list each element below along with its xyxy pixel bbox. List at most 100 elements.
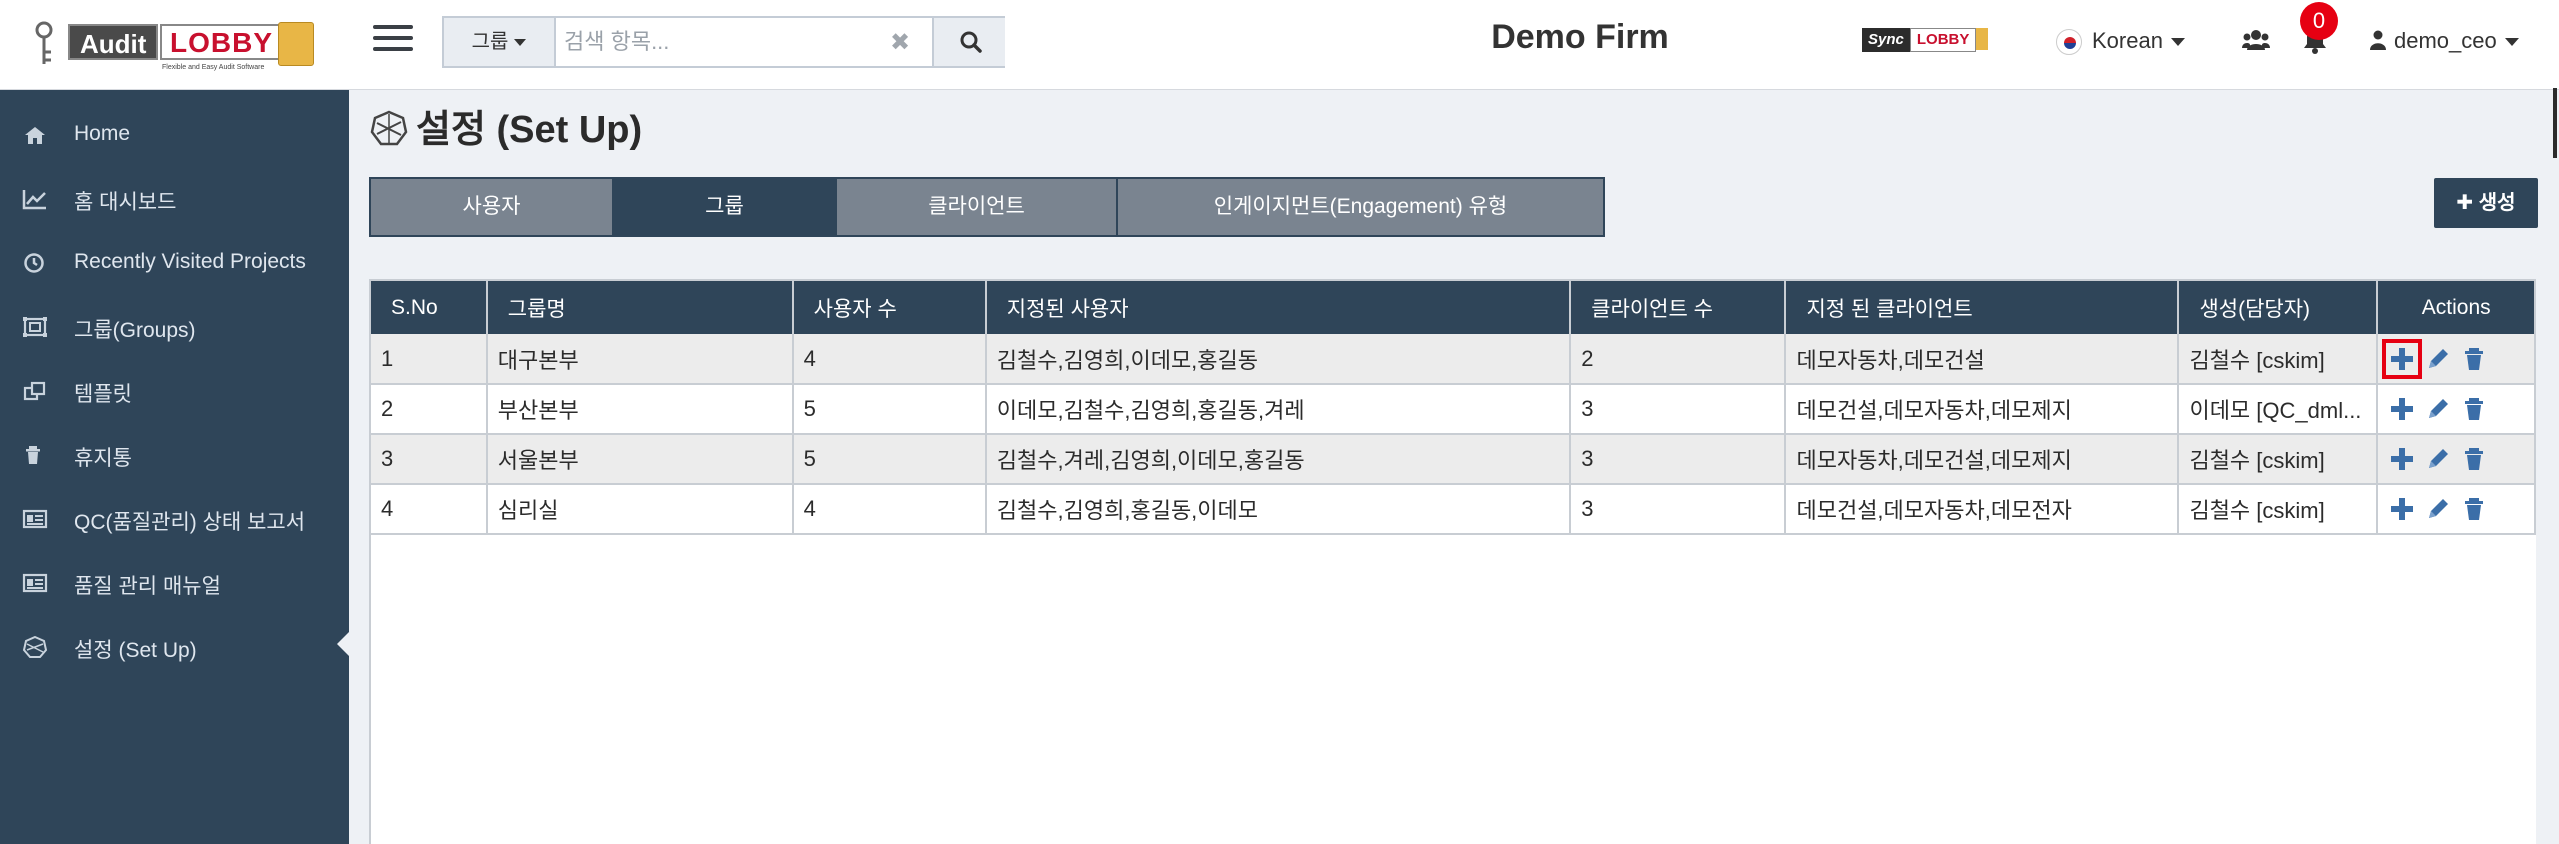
cell-group-name: 서울본부 bbox=[486, 434, 794, 485]
search-button[interactable] bbox=[932, 18, 1005, 66]
cell-created-by: 김철수 [cskim] bbox=[2178, 434, 2379, 485]
cell-client-count: 3 bbox=[1570, 434, 1787, 485]
key-icon bbox=[35, 21, 53, 64]
home-icon bbox=[25, 127, 45, 144]
tab-users[interactable]: 사용자 bbox=[371, 179, 614, 235]
template-icon bbox=[23, 381, 46, 401]
folder-icon bbox=[278, 22, 314, 66]
trash-icon bbox=[26, 446, 40, 464]
language-selector[interactable]: Korean bbox=[2056, 28, 2185, 58]
search-icon bbox=[960, 31, 982, 53]
delete-trash-icon[interactable] bbox=[2460, 395, 2488, 423]
column-header-sno[interactable]: S.No bbox=[371, 281, 488, 334]
cell-client-count: 3 bbox=[1570, 384, 1787, 435]
caret-down-icon bbox=[2504, 38, 2519, 47]
cell-assigned-clients: 데모자동차,데모건설 bbox=[1785, 334, 2180, 385]
search-scope-dropdown[interactable]: 그룹 bbox=[444, 18, 556, 66]
column-header-assigned-clients[interactable]: 지정 된 클라이언트 bbox=[1785, 281, 2180, 334]
edit-pencil-icon[interactable] bbox=[2424, 345, 2452, 373]
add-icon[interactable] bbox=[2382, 338, 2423, 379]
audit-lobby-logo[interactable]: Audit LOBBY Flexible and Easy Audit Soft… bbox=[34, 18, 314, 74]
add-icon[interactable] bbox=[2388, 395, 2416, 423]
cell-actions bbox=[2377, 484, 2536, 535]
sidebar-item-qc-manual[interactable]: 품질 관리 매뉴얼 bbox=[0, 553, 349, 613]
sidebar-item-label: 그룹(Groups) bbox=[74, 319, 196, 342]
sidebar-item-home[interactable]: Home bbox=[0, 105, 349, 165]
sidebar-item-label: 휴지통 bbox=[74, 447, 132, 470]
cell-assigned-users: 김철수,김영희,홍길동,이데모 bbox=[985, 484, 1572, 535]
table-row[interactable]: 4 심리실 4 김철수,김영희,홍길동,이데모 3 데모건설,데모자동차,데모전자 김철수 … bbox=[371, 484, 2536, 535]
table-row[interactable]: 1 대구본부 4 김철수,김영희,이데모,홍길동 2 데모자동차,데모건설 김철수 [csk… bbox=[371, 334, 2536, 385]
notification-count-badge[interactable]: 0 bbox=[2300, 2, 2338, 40]
column-header-user-count[interactable]: 사용자 수 bbox=[792, 281, 987, 334]
cell-actions bbox=[2377, 434, 2536, 485]
groups-table: S.No 그룹명 사용자 수 지정된 사용자 클라이언트 수 지정 된 클라이언… bbox=[371, 281, 2536, 535]
cell-assigned-users: 김철수,김영희,이데모,홍길동 bbox=[985, 334, 1572, 385]
korea-flag-icon bbox=[2056, 29, 2082, 56]
user-menu[interactable]: demo_ceo bbox=[2370, 28, 2519, 54]
table-row[interactable]: 2 부산본부 5 이데모,김철수,김영희,홍길동,겨레 3 데모건설,데모자동차,데모제지… bbox=[371, 384, 2536, 435]
cell-assigned-clients: 데모건설,데모자동차,데모제지 bbox=[1785, 384, 2180, 435]
language-label: Korean bbox=[2092, 28, 2163, 53]
sidebar-item-label: 홈 대시보드 bbox=[74, 191, 177, 214]
tab-groups[interactable]: 그룹 bbox=[614, 179, 837, 235]
create-button[interactable]: ✚ 생성 bbox=[2434, 178, 2538, 228]
column-header-assigned-users[interactable]: 지정된 사용자 bbox=[985, 281, 1572, 334]
plus-icon: ✚ bbox=[2456, 192, 2474, 214]
caret-down-icon bbox=[514, 39, 527, 47]
cell-group-name: 부산본부 bbox=[486, 384, 794, 435]
clear-search-icon[interactable]: ✖ bbox=[890, 28, 910, 57]
sync-lobby-label: LOBBY bbox=[1909, 28, 1977, 52]
sidebar-item-templates[interactable]: 템플릿 bbox=[0, 361, 349, 421]
cell-sno: 3 bbox=[371, 434, 488, 485]
cell-sno: 1 bbox=[371, 334, 488, 385]
cell-created-by: 김철수 [cskim] bbox=[2178, 334, 2379, 385]
column-header-client-count[interactable]: 클라이언트 수 bbox=[1570, 281, 1787, 334]
cell-group-name: 심리실 bbox=[486, 484, 794, 535]
sidebar-item-label: 템플릿 bbox=[74, 383, 132, 406]
create-button-label: 생성 bbox=[2478, 192, 2516, 214]
cell-sno: 2 bbox=[371, 384, 488, 435]
delete-trash-icon[interactable] bbox=[2460, 445, 2488, 473]
users-icon[interactable] bbox=[2242, 28, 2270, 52]
cell-assigned-users: 김철수,겨레,김영희,이데모,홍길동 bbox=[985, 434, 1572, 485]
cell-user-count: 5 bbox=[792, 434, 987, 485]
edit-pencil-icon[interactable] bbox=[2424, 495, 2452, 523]
active-nav-pointer bbox=[337, 632, 349, 656]
menu-toggle-button[interactable] bbox=[373, 20, 413, 56]
edit-pencil-icon[interactable] bbox=[2424, 445, 2452, 473]
firm-name: Demo Firm bbox=[1491, 18, 1669, 56]
table-header-row: S.No 그룹명 사용자 수 지정된 사용자 클라이언트 수 지정 된 클라이언… bbox=[371, 281, 2536, 334]
sidebar-item-qc-report[interactable]: QC(품질관리) 상태 보고서 bbox=[0, 489, 349, 549]
tab-clients[interactable]: 클라이언트 bbox=[837, 179, 1118, 235]
sidebar-item-trash[interactable]: 휴지통 bbox=[0, 425, 349, 485]
table-row[interactable]: 3 서울본부 5 김철수,겨레,김영희,이데모,홍길동 3 데모자동차,데모건설,데모제지… bbox=[371, 434, 2536, 485]
add-icon[interactable] bbox=[2388, 445, 2416, 473]
cell-assigned-users: 이데모,김철수,김영희,홍길동,겨레 bbox=[985, 384, 1572, 435]
sidebar-item-groups[interactable]: 그룹(Groups) bbox=[0, 297, 349, 357]
edit-pencil-icon[interactable] bbox=[2424, 395, 2452, 423]
search-input[interactable] bbox=[564, 18, 864, 66]
sidebar-item-recent-projects[interactable]: Recently Visited Projects bbox=[0, 233, 349, 293]
sync-lobby-logo[interactable]: Sync LOBBY bbox=[1862, 28, 1989, 54]
sidebar-item-home-dashboard[interactable]: 홈 대시보드 bbox=[0, 169, 349, 229]
cell-actions bbox=[2377, 384, 2536, 435]
username-label: demo_ceo bbox=[2394, 28, 2497, 53]
sync-label: Sync bbox=[1862, 28, 1910, 52]
scrollbar-edge[interactable] bbox=[2553, 88, 2557, 158]
sidebar-item-label: Home bbox=[74, 122, 131, 145]
tab-engagement-types[interactable]: 인게이지먼트(Engagement) 유형 bbox=[1118, 179, 1603, 235]
delete-trash-icon[interactable] bbox=[2460, 345, 2488, 373]
report-icon bbox=[22, 509, 48, 529]
groups-icon bbox=[23, 317, 47, 337]
add-icon[interactable] bbox=[2388, 495, 2416, 523]
sidebar: Home 홈 대시보드 Recently Visited Projects 그룹… bbox=[0, 90, 349, 844]
delete-trash-icon[interactable] bbox=[2460, 495, 2488, 523]
cell-user-count: 4 bbox=[792, 484, 987, 535]
sidebar-item-setup[interactable]: 설정 (Set Up) bbox=[0, 617, 349, 677]
setup-icon bbox=[370, 110, 408, 146]
folder-icon bbox=[1976, 28, 1989, 50]
column-header-created-by[interactable]: 생성(담당자) bbox=[2178, 281, 2379, 334]
page-title: 설정 (Set Up) bbox=[370, 98, 642, 153]
column-header-group-name[interactable]: 그룹명 bbox=[486, 281, 794, 334]
